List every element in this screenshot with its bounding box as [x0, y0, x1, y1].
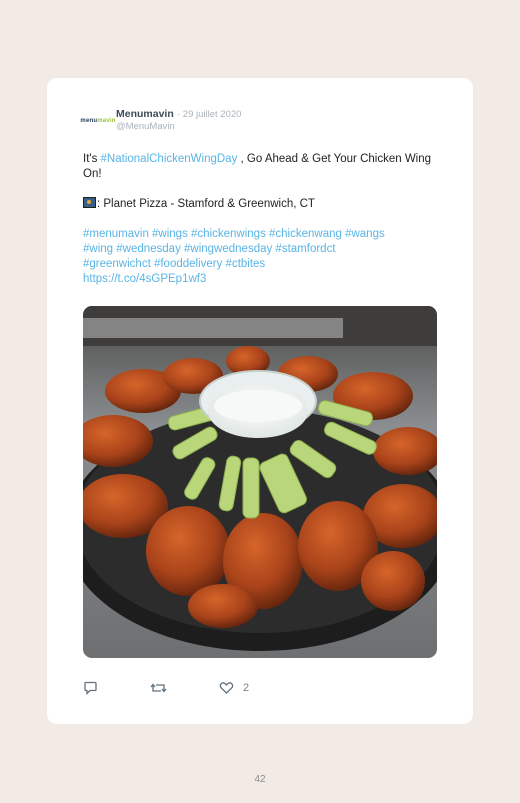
tweet-photo[interactable] [83, 306, 437, 658]
hashtag-link[interactable]: #NationalChickenWingDay [101, 153, 238, 165]
like-button[interactable]: 2 [219, 679, 249, 697]
author-line: Menumavin · 29 juillet 2020 [116, 108, 241, 121]
author-handle[interactable]: @MenuMavin [116, 121, 175, 132]
tweet-card: menumavin Menumavin · 29 juillet 2020 @M… [47, 78, 473, 724]
retweet-icon [150, 683, 167, 693]
separator-dot: · [176, 109, 180, 120]
text-prefix: It's [83, 153, 101, 165]
short-link[interactable]: https://t.co/4sGPEp1wf3 [83, 272, 443, 287]
hashtags-line-2[interactable]: #wing #wednesday #wingwednesday #stamfor… [83, 242, 443, 257]
pin-icon [83, 197, 96, 208]
tweet-text-line: It's #NationalChickenWingDay , Go Ahead … [83, 152, 443, 182]
tweet-actions: 2 [83, 679, 383, 697]
reply-icon [84, 681, 97, 695]
logo-part-1: menu [80, 118, 98, 124]
tweet-text: It's #NationalChickenWingDay , Go Ahead … [83, 152, 443, 287]
hashtags-line-1[interactable]: #menumavin #wings #chickenwings #chicken… [83, 227, 443, 242]
heart-icon [219, 682, 234, 694]
reply-button[interactable] [83, 679, 98, 697]
avatar[interactable]: menumavin [80, 114, 115, 128]
location-text: : Planet Pizza - Stamford & Greenwich, C… [97, 198, 315, 210]
page-number: 42 [254, 774, 266, 785]
logo-part-2: mavin [97, 118, 116, 124]
author-name[interactable]: Menumavin [116, 108, 174, 120]
hashtags-line-3[interactable]: #greenwichct #fooddelivery #ctbites [83, 257, 443, 272]
tweet-date[interactable]: 29 juillet 2020 [183, 109, 242, 120]
chicken-wings-photo [83, 306, 437, 658]
avatar-logo: menumavin [80, 118, 115, 124]
like-count: 2 [243, 682, 250, 694]
location-line: : Planet Pizza - Stamford & Greenwich, C… [83, 197, 443, 212]
retweet-button[interactable] [150, 679, 167, 697]
